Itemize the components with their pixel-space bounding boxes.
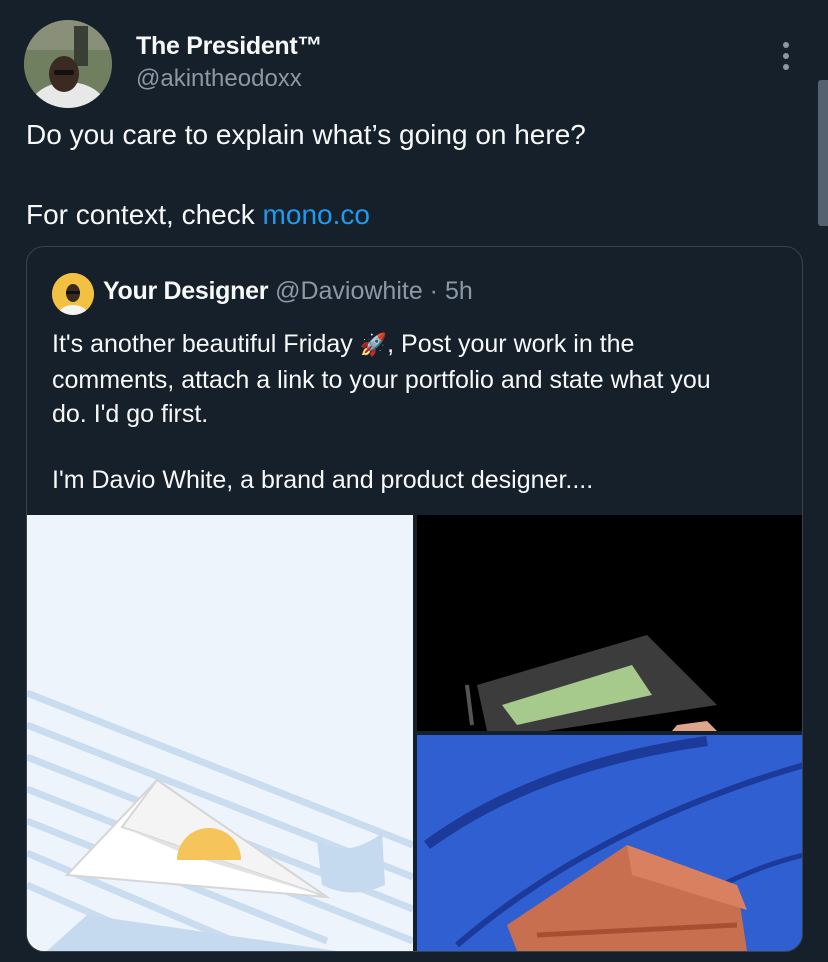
quoted-time[interactable]: 5h	[445, 277, 473, 305]
scrollbar[interactable]	[818, 80, 828, 226]
quoted-header: Your Designer @Daviowhite · 5h	[103, 277, 473, 306]
more-icon[interactable]	[770, 38, 802, 74]
tweet-text: Do you care to explain what’s going on h…	[26, 116, 786, 234]
media-image-3[interactable]	[417, 735, 802, 951]
quoted-author-avatar[interactable]	[52, 273, 94, 315]
tweet-line-1: Do you care to explain what’s going on h…	[26, 119, 586, 150]
dot-separator: ·	[422, 277, 445, 305]
author-avatar[interactable]	[24, 20, 112, 108]
tweet: The President™ @akintheodoxx Do you care…	[0, 0, 828, 962]
quoted-author-handle[interactable]: @Daviowhite	[275, 277, 423, 305]
media-grid	[27, 515, 802, 951]
quoted-line-2: comments, attach a link to your portfoli…	[52, 366, 711, 394]
tweet-line-2: For context, check mono.co	[26, 196, 786, 234]
author-handle[interactable]: @akintheodoxx	[136, 65, 302, 93]
rocket-icon: 🚀	[359, 333, 388, 358]
quoted-line-4: I'm Davio White, a brand and product des…	[52, 466, 594, 494]
author-name[interactable]: The President™	[136, 32, 322, 61]
quoted-tweet[interactable]: Your Designer @Daviowhite · 5h It's anot…	[26, 246, 803, 952]
media-image-2[interactable]	[417, 515, 802, 731]
context-link[interactable]: mono.co	[263, 199, 370, 230]
quoted-author-name[interactable]: Your Designer	[103, 277, 268, 305]
media-image-1[interactable]	[27, 515, 413, 951]
quoted-line-1: It's another beautiful Friday 🚀, Post yo…	[52, 327, 792, 363]
quoted-text: It's another beautiful Friday 🚀, Post yo…	[52, 327, 792, 497]
quoted-line-3: do. I'd go first.	[52, 400, 209, 428]
quoted-line-1a: It's another beautiful Friday	[52, 330, 360, 358]
tweet-line-2-prefix: For context, check	[26, 199, 263, 230]
quoted-line-1b: , Post your work in the	[387, 330, 635, 358]
